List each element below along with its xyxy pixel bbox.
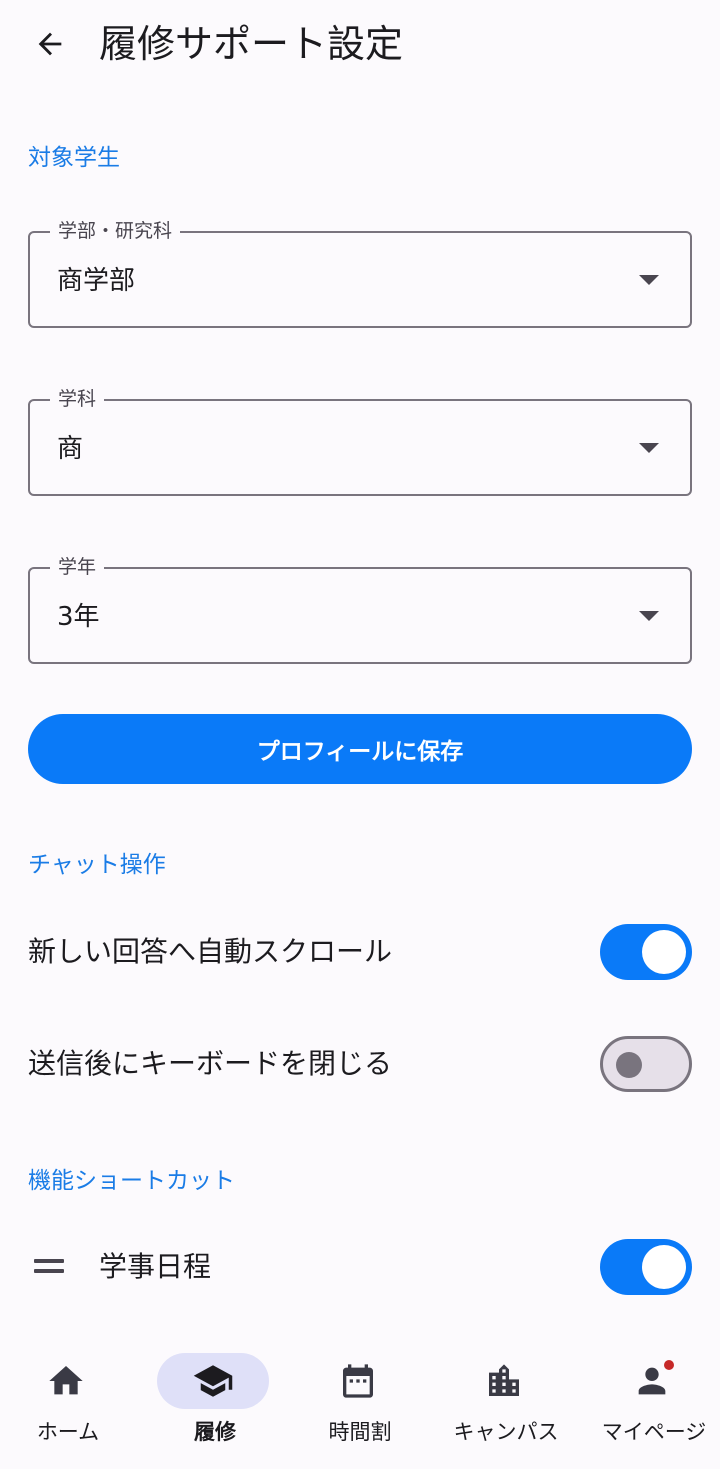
faculty-select[interactable]: 学部・研究科 商学部 [28, 218, 692, 328]
nav-item-campus[interactable]: キャンパス [434, 1335, 578, 1469]
bottom-navigation: ホーム 履修 時間割 キャンパス マイページ [0, 1335, 720, 1469]
calendar-icon [343, 1364, 373, 1398]
nav-item-mypage[interactable]: マイページ [582, 1335, 720, 1469]
shortcut-item-toggle[interactable] [600, 1239, 692, 1295]
section-label-shortcuts: 機能ショートカット [28, 1168, 235, 1194]
auto-scroll-label: 新しい回答へ自動スクロール [28, 935, 393, 968]
year-select-label: 学年 [50, 554, 105, 580]
notification-badge [664, 1360, 674, 1370]
shortcut-item-label: 学事日程 [99, 1250, 212, 1283]
save-profile-button[interactable]: プロフィールに保存 [28, 714, 692, 784]
close-keyboard-label: 送信後にキーボードを閉じる [28, 1047, 393, 1080]
nav-label-home: ホーム [36, 1420, 100, 1444]
toggle-knob [616, 1052, 642, 1078]
arrow-back-icon [38, 32, 62, 56]
graduation-cap-icon [193, 1365, 233, 1397]
toggle-knob [642, 930, 686, 974]
year-select-value: 3年 [57, 602, 100, 632]
shortcut-item: 学事日程 [28, 1237, 692, 1297]
home-icon [49, 1366, 83, 1395]
nav-pill [448, 1353, 560, 1409]
auto-scroll-toggle[interactable] [600, 924, 692, 980]
department-select[interactable]: 学科 商 [28, 386, 692, 496]
dropdown-arrow-icon [639, 611, 659, 621]
nav-pill [302, 1353, 414, 1409]
nav-item-courses[interactable]: 履修 [143, 1335, 287, 1469]
department-select-value: 商 [57, 434, 84, 464]
nav-pill [596, 1353, 708, 1409]
nav-pill [10, 1353, 122, 1409]
nav-label-courses: 履修 [194, 1420, 236, 1444]
nav-label-timetable: 時間割 [328, 1420, 392, 1444]
nav-label-mypage: マイページ [601, 1420, 707, 1444]
section-label-target: 対象学生 [28, 145, 120, 171]
page-title: 履修サポート設定 [99, 22, 404, 66]
building-icon [489, 1364, 519, 1396]
toggle-knob [642, 1245, 686, 1289]
back-button[interactable] [26, 20, 74, 68]
dropdown-arrow-icon [639, 275, 659, 285]
dropdown-arrow-icon [639, 443, 659, 453]
section-label-chat: チャット操作 [28, 852, 166, 878]
drag-handle-icon[interactable] [34, 1259, 64, 1275]
department-select-label: 学科 [50, 386, 105, 412]
nav-label-campus: キャンパス [453, 1420, 559, 1444]
faculty-select-value: 商学部 [57, 266, 136, 296]
nav-item-timetable[interactable]: 時間割 [288, 1335, 432, 1469]
nav-pill-active [157, 1353, 269, 1409]
auto-scroll-setting: 新しい回答へ自動スクロール [28, 922, 692, 982]
faculty-select-label: 学部・研究科 [50, 218, 181, 244]
close-keyboard-setting: 送信後にキーボードを閉じる [28, 1034, 692, 1094]
nav-item-home[interactable]: ホーム [0, 1335, 140, 1469]
app-bar: 履修サポート設定 [0, 0, 720, 88]
close-keyboard-toggle[interactable] [600, 1036, 692, 1092]
year-select[interactable]: 学年 3年 [28, 554, 692, 664]
